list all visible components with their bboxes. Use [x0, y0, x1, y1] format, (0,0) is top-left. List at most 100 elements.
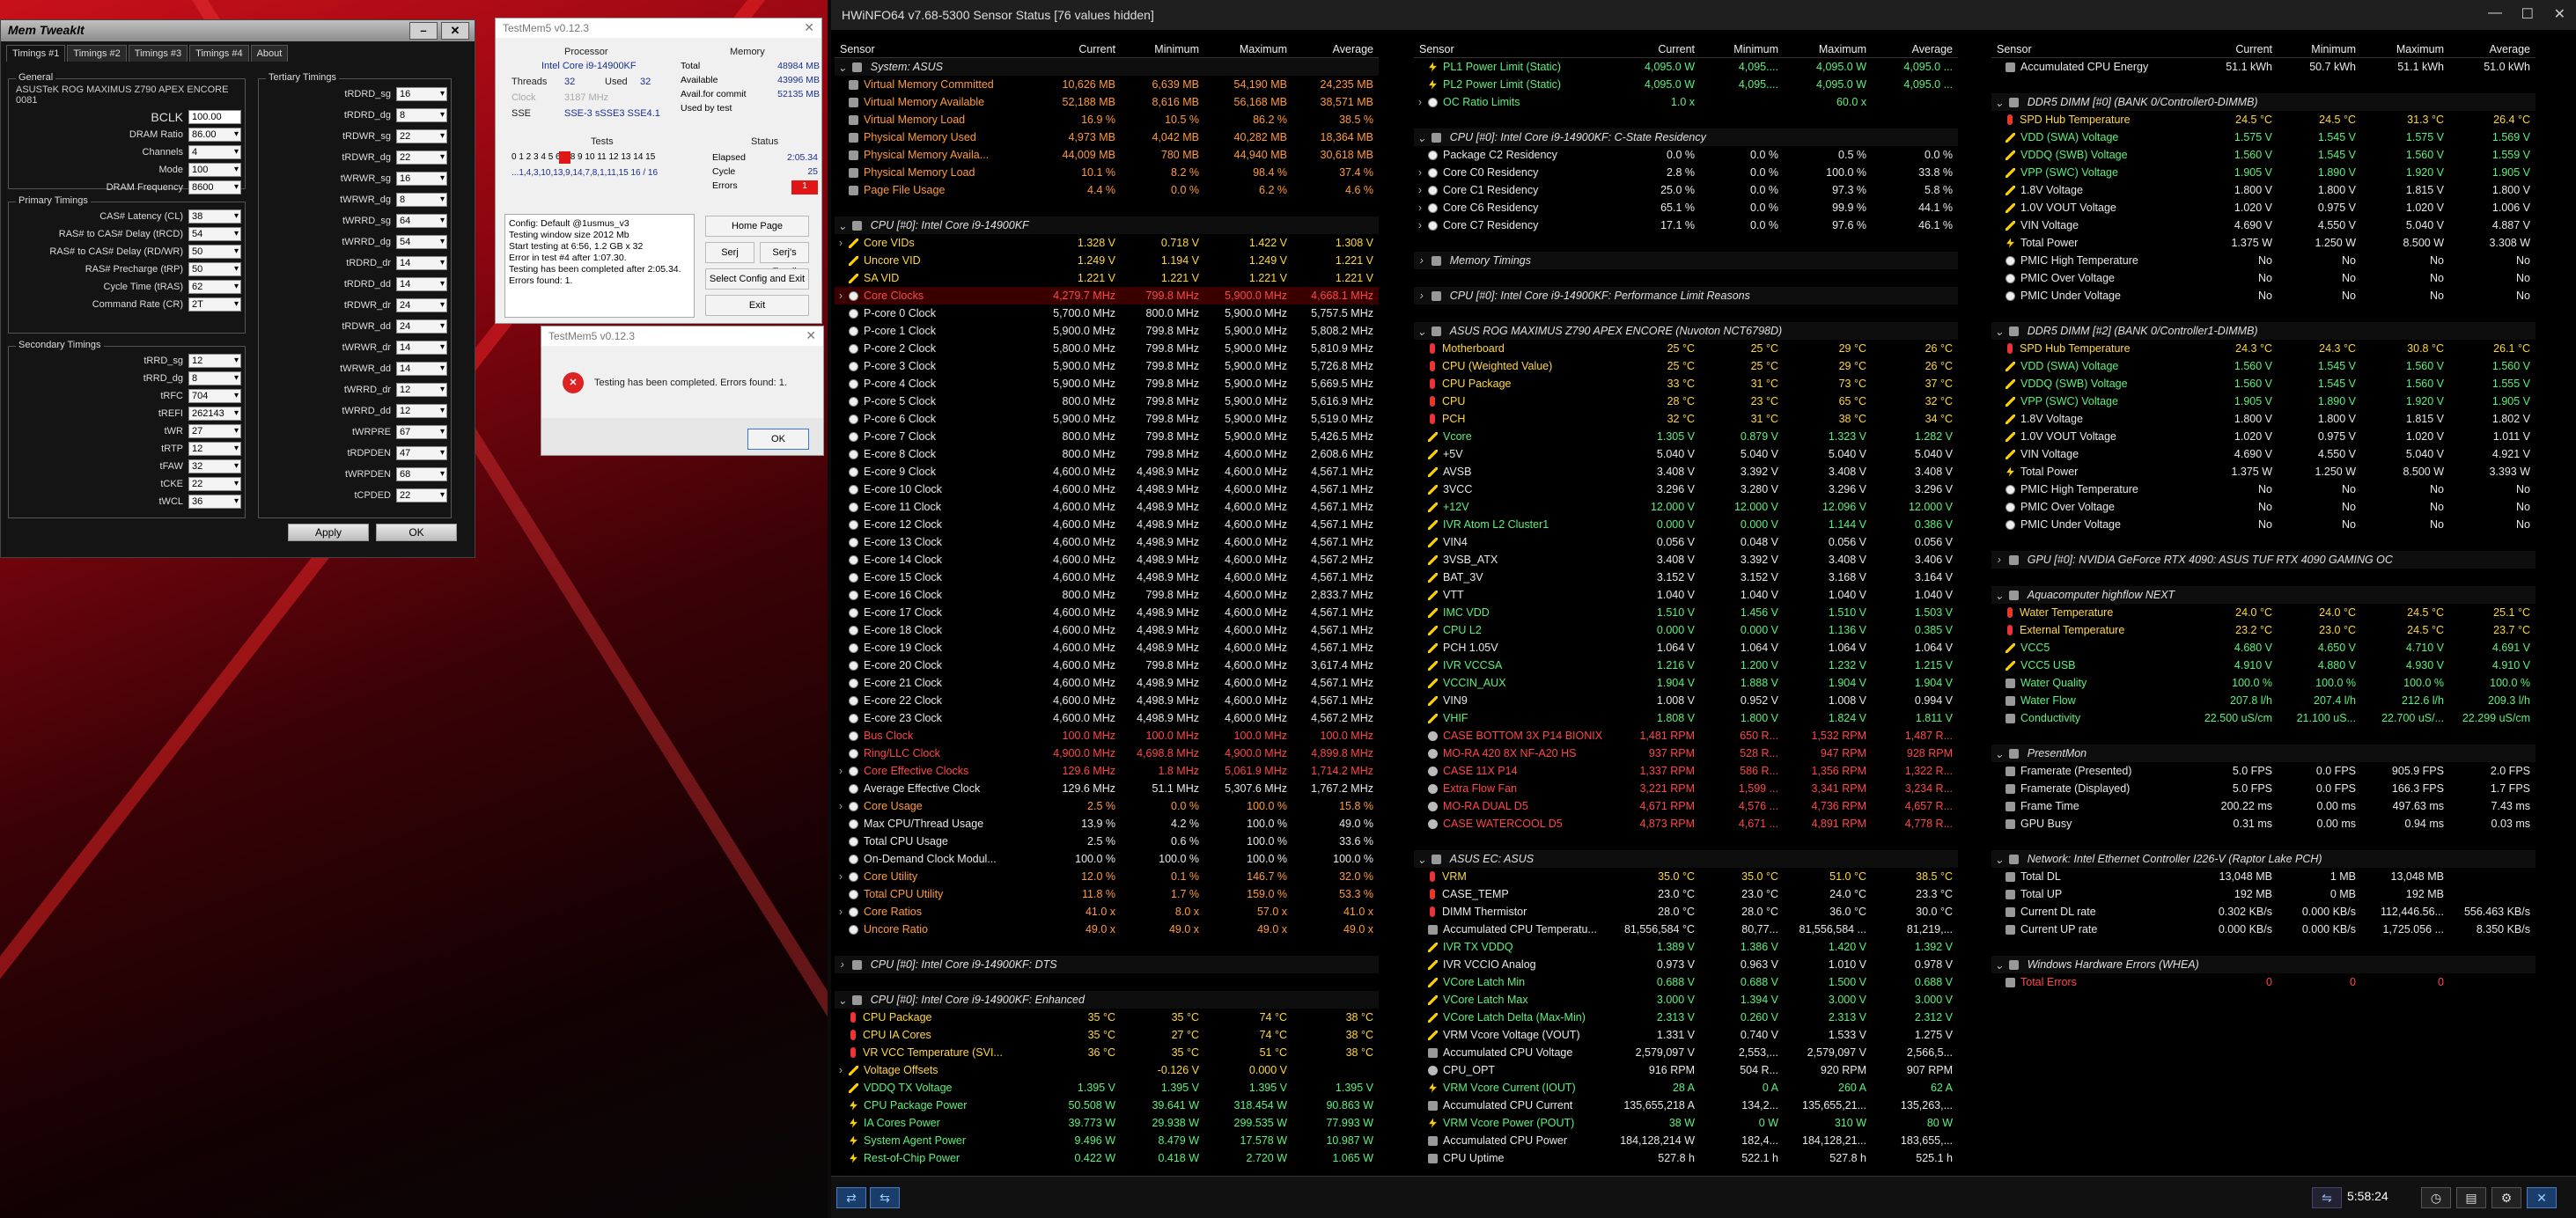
dialog-titlebar[interactable]: TestMem5 v0.12.3 ✕: [541, 327, 823, 346]
sensor-group-header[interactable]: ⌄ Aquacomputer highflow NEXT: [1991, 586, 2536, 604]
sensor-row[interactable]: VTT 1.040 V 1.040 V 1.040 V 1.040 V: [1414, 586, 1958, 604]
sensor-row[interactable]: +12V 12.000 V 12.000 V 12.096 V 12.000 V: [1414, 498, 1958, 516]
sensor-row[interactable]: PL1 Power Limit (Static) 4,095.0 W 4,095..…: [1414, 58, 1958, 76]
timing-value-field[interactable]: 16: [396, 87, 447, 101]
timing-value-field[interactable]: 50: [188, 261, 241, 276]
sensor-row[interactable]: 1.0V VOUT Voltage 1.020 V 0.975 V 1.020 V 1.…: [1991, 428, 2536, 445]
sensor-row[interactable]: › Core Ratios 41.0 x 8.0 x 57.0 x 41.0 x: [835, 903, 1379, 921]
sensor-row[interactable]: CASE_TEMP 23.0 °C 23.0 °C 24.0 °C 23.3 °C: [1414, 885, 1958, 903]
settings-icon[interactable]: ⚙: [2491, 1187, 2521, 1208]
sensor-row[interactable]: CPU Package 33 °C 31 °C 73 °C 37 °C: [1414, 375, 1958, 393]
timing-value-field[interactable]: 2T: [188, 297, 241, 312]
sensor-row[interactable]: VRM 35.0 °C 35.0 °C 51.0 °C 38.5 °C: [1414, 868, 1958, 885]
sensor-row[interactable]: Physical Memory Used 4,973 MB 4,042 MB 40,2…: [835, 128, 1379, 146]
sensor-row[interactable]: CPU Package Power 50.508 W 39.641 W 318.454…: [835, 1097, 1379, 1114]
sensor-row[interactable]: › Core Utility 12.0 % 0.1 % 146.7 % 32.0 %: [835, 868, 1379, 885]
sensor-group-header[interactable]: ⌄ DDR5 DIMM [#2] (BANK 0/Controller1-DIMM…: [1991, 322, 2536, 340]
timing-value-field[interactable]: 47: [396, 446, 447, 460]
timing-value-field[interactable]: 38: [188, 209, 241, 224]
expand-icon[interactable]: ›: [835, 906, 847, 918]
chevron-down-icon[interactable]: ⌄: [1991, 853, 2007, 866]
sensor-row[interactable]: Framerate (Presented) 5.0 FPS 0.0 FPS 905.9…: [1991, 762, 2536, 780]
arrows-expand-icon[interactable]: ⇆: [870, 1187, 900, 1208]
timing-value-field[interactable]: 22: [396, 129, 447, 143]
tab-timings[interactable]: Timings #2: [67, 45, 127, 62]
sensor-row[interactable]: E-core 17 Clock 4,600.0 MHz 4,498.9 MHz 4,6…: [835, 604, 1379, 621]
sensor-row[interactable]: E-core 22 Clock 4,600.0 MHz 4,498.9 MHz 4,6…: [835, 692, 1379, 709]
timing-value-field[interactable]: 12: [396, 404, 447, 418]
sensor-row[interactable]: › Core C6 Residency 65.1 % 0.0 % 99.9 % 44.1 …: [1414, 199, 1958, 216]
sensor-row[interactable]: VDDQ (SWB) Voltage 1.560 V 1.545 V 1.560 V1…: [1991, 375, 2536, 393]
timing-value-field[interactable]: 86.00: [188, 127, 241, 142]
sensor-row[interactable]: P-core 0 Clock 5,700.0 MHz 800.0 MHz 5,900.…: [835, 304, 1379, 322]
sensor-row[interactable]: Physical Memory Availa... 44,009 MB 780 MB…: [835, 146, 1379, 164]
sensor-row[interactable]: › Core C1 Residency 25.0 % 0.0 % 97.3 % 5.8 %: [1414, 181, 1958, 199]
timing-value-field[interactable]: 62: [188, 279, 241, 294]
sensor-pane-2[interactable]: Sensor Current Minimum Maximum Average P…: [1414, 40, 1958, 1176]
sensor-row[interactable]: VR VCC Temperature (SVI... 36 °C 35 °C 51 °…: [835, 1044, 1379, 1061]
sensor-row[interactable]: Uncore Ratio 49.0 x 49.0 x 49.0 x 49.0 x: [835, 921, 1379, 938]
sensor-row[interactable]: E-core 21 Clock 4,600.0 MHz 4,498.9 MHz 4,6…: [835, 674, 1379, 692]
sensor-group-header[interactable]: ⌄ ASUS EC: ASUS: [1414, 850, 1958, 868]
sensor-row[interactable]: Package C2 Residency 0.0 % 0.0 % 0.5 % 0.0 %: [1414, 146, 1958, 164]
sensor-row[interactable]: CPU (Weighted Value) 25 °C 25 °C 29 °C 26 °C: [1414, 357, 1958, 375]
chevron-down-icon[interactable]: ⌄: [1991, 747, 2007, 760]
col-current[interactable]: Current: [1037, 43, 1121, 55]
sensor-row[interactable]: CASE 11X P14 1,337 RPM 586 R... 1,356 RPM 1,…: [1414, 762, 1958, 780]
sensor-row[interactable]: PMIC High Temperature No No No No: [1991, 481, 2536, 498]
exit-button[interactable]: Exit: [705, 295, 809, 316]
sensor-group-header[interactable]: › GPU [#0]: NVIDIA GeForce RTX 4090: ASUS…: [1991, 551, 2536, 569]
sensor-row[interactable]: E-core 18 Clock 4,600.0 MHz 4,498.9 MHz 4,6…: [835, 621, 1379, 639]
sensor-row[interactable]: Accumulated CPU Energy 51.1 kWh 50.7 kWh 51…: [1991, 58, 2536, 76]
sensor-row[interactable]: PL2 Power Limit (Static) 4,095.0 W 4,095..…: [1414, 76, 1958, 93]
tab-timings[interactable]: Timings #3: [128, 45, 188, 62]
sensor-group-header[interactable]: ⌄ CPU [#0]: Intel Core i9-14900KF: C-Stat…: [1414, 128, 1958, 146]
timing-value-field[interactable]: 8: [188, 371, 241, 385]
timing-value-field[interactable]: 24: [396, 298, 447, 312]
sensor-row[interactable]: CPU Uptime 527.8 h 522.1 h 527.8 h 525.1 h: [1414, 1149, 1958, 1167]
sensor-group-header[interactable]: ⌄ ASUS ROG MAXIMUS Z790 APEX ENCORE (Nuvo…: [1414, 322, 1958, 340]
sensor-row[interactable]: P-core 2 Clock 5,800.0 MHz 799.8 MHz 5,900.…: [835, 340, 1379, 357]
serj-email-button[interactable]: Serj's Email: [760, 242, 809, 277]
sensor-row[interactable]: P-core 5 Clock 800.0 MHz 799.8 MHz 5,900.0 …: [835, 393, 1379, 410]
timing-value-field[interactable]: 12: [396, 383, 447, 397]
expand-icon[interactable]: ›: [1414, 219, 1426, 231]
sensor-row[interactable]: › Core C7 Residency 17.1 % 0.0 % 97.6 % 46.1 …: [1414, 216, 1958, 234]
sensor-group-header[interactable]: › Memory Timings: [1414, 252, 1958, 269]
expand-icon[interactable]: ›: [835, 1064, 847, 1076]
sensor-row[interactable]: Current UP rate 0.000 KB/s 0.000 KB/s 1,725…: [1991, 921, 2536, 938]
sensor-row[interactable]: Water Flow 207.8 l/h 207.4 l/h 212.6 l/h 209…: [1991, 692, 2536, 709]
timing-value-field[interactable]: 14: [396, 277, 447, 291]
chevron-down-icon[interactable]: ⌄: [1414, 853, 1430, 866]
sensor-row[interactable]: VCore Latch Max 3.000 V 1.394 V 3.000 V 3.00…: [1414, 991, 1958, 1009]
sensor-row[interactable]: Accumulated CPU Voltage 2,579,097 V 2,553,…: [1414, 1044, 1958, 1061]
sensor-row[interactable]: 1.8V Voltage 1.800 V 1.800 V 1.815 V 1.802 V: [1991, 410, 2536, 428]
sensor-group-header[interactable]: ⌄ Network: Intel Ethernet Controller I226…: [1991, 850, 2536, 868]
sensor-row[interactable]: Extra Flow Fan 3,221 RPM 1,599 ... 3,341 RP…: [1414, 780, 1958, 797]
tab-timings[interactable]: About: [250, 45, 289, 62]
sensor-row[interactable]: Total DL 13,048 MB 1 MB 13,048 MB: [1991, 868, 2536, 885]
sensor-row[interactable]: SPD Hub Temperature 24.5 °C 24.5 °C 31.3 °C…: [1991, 111, 2536, 128]
sensor-row[interactable]: AVSB 3.408 V 3.392 V 3.408 V 3.408 V: [1414, 463, 1958, 481]
tab-timings[interactable]: Timings #4: [189, 45, 249, 62]
sensor-row[interactable]: Motherboard 25 °C 25 °C 29 °C 26 °C: [1414, 340, 1958, 357]
sensor-row[interactable]: › Core Effective Clocks 129.6 MHz 1.8 MHz 5,…: [835, 762, 1379, 780]
sensor-row[interactable]: DIMM Thermistor 28.0 °C 28.0 °C 36.0 °C 30.0…: [1414, 903, 1958, 921]
sensor-row[interactable]: IVR Atom L2 Cluster1 0.000 V 0.000 V 1.144 …: [1414, 516, 1958, 533]
sensor-group-header[interactable]: › CPU [#0]: Intel Core i9-14900KF: Perfor…: [1414, 287, 1958, 304]
sensor-row[interactable]: PMIC Over Voltage No No No No: [1991, 269, 2536, 287]
minimize-icon[interactable]: –: [409, 22, 438, 40]
sensor-row[interactable]: E-core 13 Clock 4,600.0 MHz 4,498.9 MHz 4,6…: [835, 533, 1379, 551]
timing-value-field[interactable]: 68: [396, 467, 447, 481]
sensor-row[interactable]: P-core 3 Clock 5,900.0 MHz 799.8 MHz 5,900.…: [835, 357, 1379, 375]
timing-value-field[interactable]: 14: [396, 341, 447, 355]
sensor-row[interactable]: CASE BOTTOM 3X P14 BIONIX 1,481 RPM 650 R.…: [1414, 727, 1958, 745]
arrows-left-right-icon[interactable]: ⇄: [836, 1187, 866, 1208]
sensor-row[interactable]: E-core 16 Clock 800.0 MHz 799.8 MHz 4,600.0…: [835, 586, 1379, 604]
sensor-row[interactable]: E-core 9 Clock 4,600.0 MHz 4,498.9 MHz 4,60…: [835, 463, 1379, 481]
sensor-row[interactable]: CASE WATERCOOL D5 4,873 RPM 4,671 ... 4,891…: [1414, 815, 1958, 833]
timing-value-field[interactable]: 704: [188, 388, 241, 403]
col-average[interactable]: Average: [2449, 43, 2536, 55]
timing-value-field[interactable]: 54: [188, 226, 241, 241]
timing-value-field[interactable]: 50: [188, 244, 241, 259]
